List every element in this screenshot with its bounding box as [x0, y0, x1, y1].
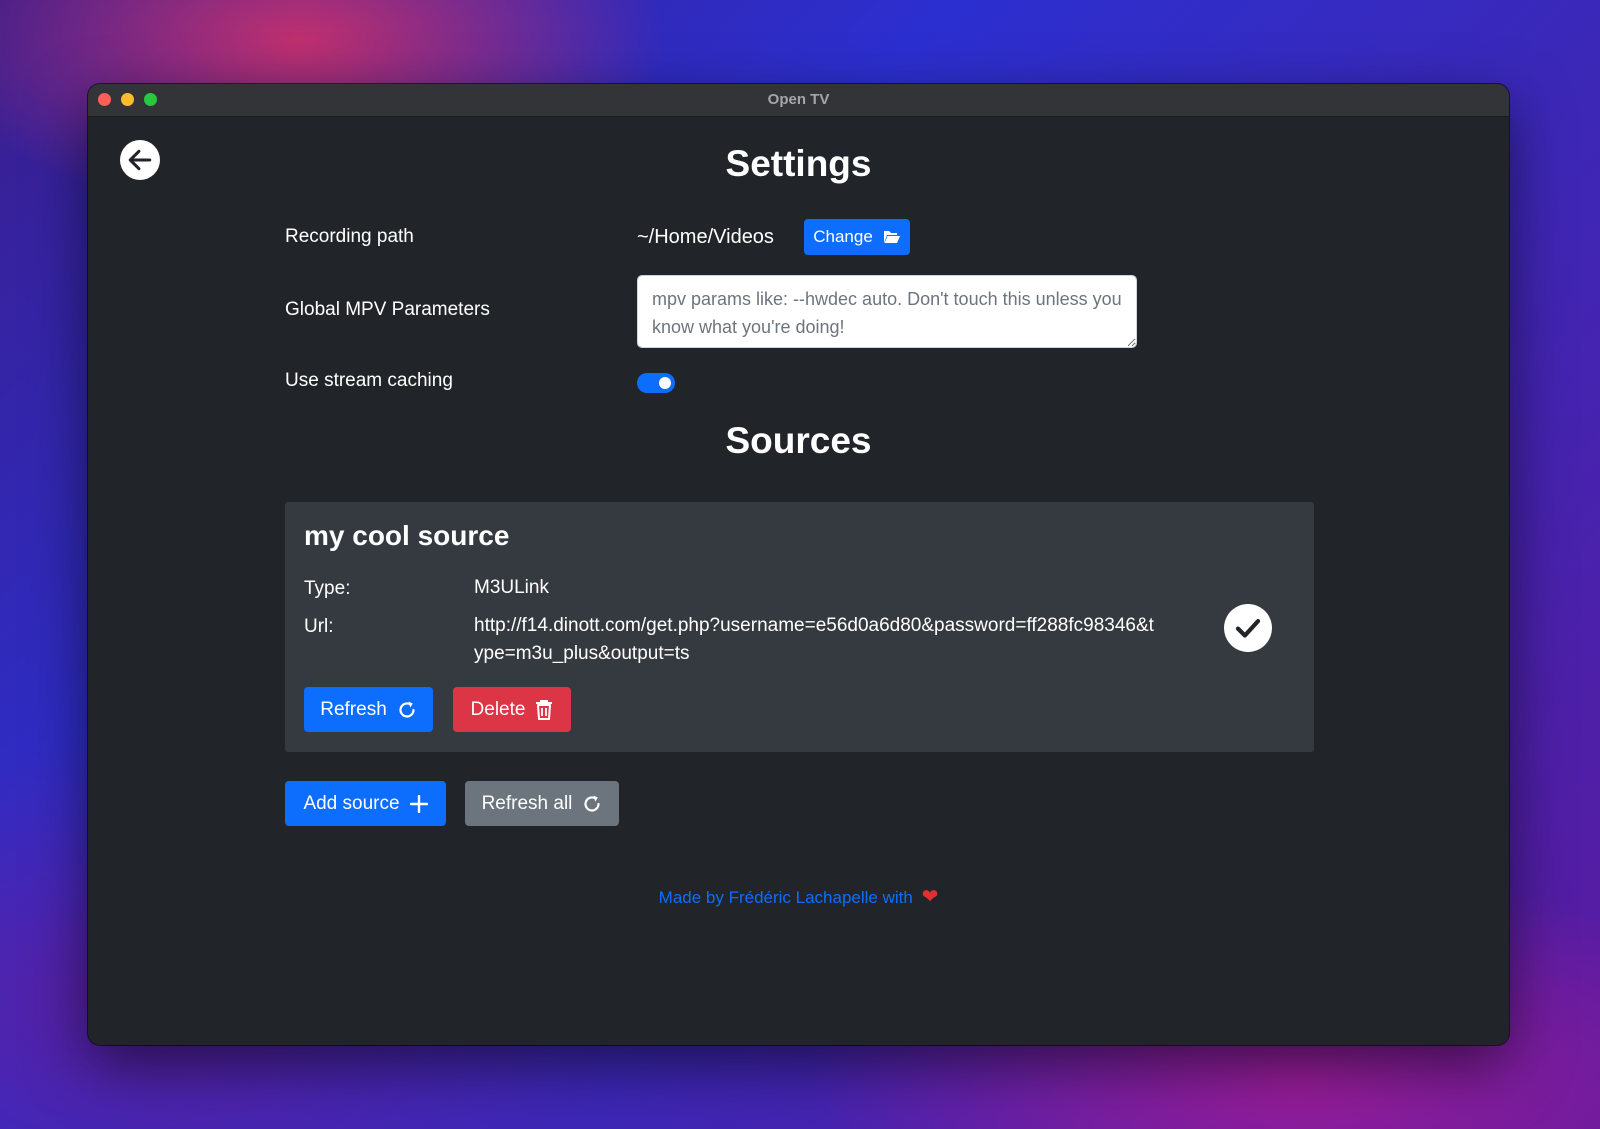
- folder-open-icon: [883, 231, 900, 243]
- mpv-parameters-label: Global MPV Parameters: [285, 299, 490, 320]
- recording-path-value: ~/Home/Videos: [637, 226, 774, 248]
- delete-source-button[interactable]: Delete: [453, 687, 571, 732]
- sources-heading: Sources: [725, 420, 872, 461]
- source-type-label: Type:: [304, 578, 351, 599]
- footer-text: Made by Frédéric Lachapelle with: [658, 888, 913, 907]
- source-type-value: M3ULink: [474, 577, 549, 598]
- app-window: Open TV Settings Recording path ~/Home/V…: [88, 84, 1509, 1045]
- refresh-icon: [584, 795, 601, 812]
- refresh-button-label: Refresh: [320, 698, 387, 720]
- trash-icon: [536, 699, 553, 720]
- add-source-label: Add source: [303, 792, 400, 814]
- toggle-knob: [659, 377, 671, 389]
- add-source-button[interactable]: Add source: [285, 781, 446, 826]
- delete-button-label: Delete: [470, 698, 526, 720]
- refresh-source-button[interactable]: Refresh: [304, 687, 433, 732]
- footer-credit[interactable]: Made by Frédéric Lachapelle with ❤: [88, 884, 1509, 909]
- plus-icon: [409, 794, 428, 813]
- source-card: my cool source Type: M3ULink Url: http:/…: [285, 502, 1314, 752]
- source-name: my cool source: [304, 520, 510, 551]
- settings-heading: Settings: [725, 143, 872, 184]
- check-icon: [1224, 604, 1272, 652]
- source-url-label: Url:: [304, 616, 334, 637]
- refresh-icon: [399, 701, 415, 718]
- source-url-value: http://f14.dinott.com/get.php?username=e…: [474, 615, 1154, 664]
- mpv-parameters-field[interactable]: [637, 275, 1137, 348]
- title-bar: Open TV: [88, 84, 1509, 117]
- window-title: Open TV: [767, 91, 830, 108]
- heart-icon: ❤: [921, 886, 939, 908]
- refresh-all-label: Refresh all: [481, 792, 573, 814]
- change-path-button[interactable]: Change: [804, 219, 910, 255]
- stream-caching-toggle[interactable]: [637, 373, 675, 393]
- stream-caching-label: Use stream caching: [285, 370, 453, 391]
- change-button-label: Change: [813, 227, 873, 246]
- refresh-all-button[interactable]: Refresh all: [465, 781, 619, 826]
- recording-path-label: Recording path: [285, 226, 414, 247]
